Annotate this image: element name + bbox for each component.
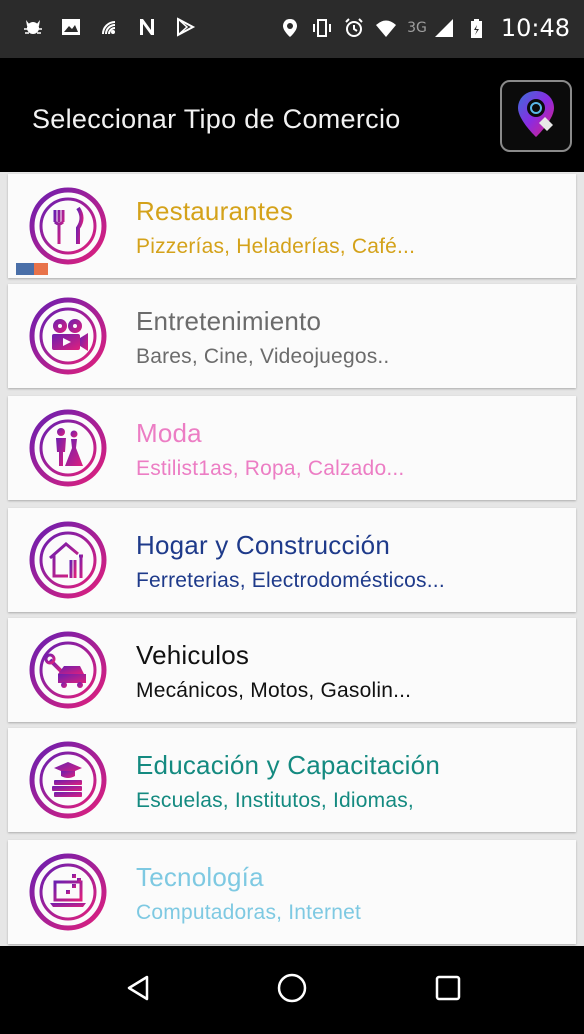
house-tools-icon [28, 520, 108, 600]
notification-icons [22, 16, 196, 38]
back-triangle-icon [123, 973, 153, 1008]
car-wrench-icon [28, 630, 108, 710]
location-icon [279, 17, 301, 39]
network-type: 3G [407, 20, 427, 36]
category-description: Escuelas, Institutos, Idiomas, [136, 789, 414, 812]
category-card-tecnologia[interactable]: Tecnología Computadoras, Internet [8, 840, 576, 944]
category-name: Vehiculos [136, 640, 250, 670]
category-card-moda[interactable]: Moda Estilist1as, Ropa, Calzado... [8, 396, 576, 500]
category-card-restaurantes[interactable]: Restaurantes Pizzerías, Heladerías, Café… [8, 174, 576, 278]
couple-icon [28, 408, 108, 488]
n-icon [136, 16, 158, 38]
category-name: Tecnología [136, 862, 264, 892]
page-title: Seleccionar Tipo de Comercio [32, 104, 401, 134]
status-bar: 3G 10:48 [0, 0, 584, 58]
alarm-icon [343, 17, 365, 39]
category-card-vehiculos[interactable]: Vehiculos Mecánicos, Motos, Gasolin... [8, 618, 576, 722]
app-logo-button[interactable] [500, 80, 572, 152]
app-bar: Seleccionar Tipo de Comercio [0, 58, 584, 172]
category-name: Hogar y Construcción [136, 530, 390, 560]
category-description: Mecánicos, Motos, Gasolin... [136, 679, 412, 702]
clock: 10:48 [500, 14, 570, 42]
back-button[interactable] [120, 972, 156, 1008]
category-name: Entretenimiento [136, 306, 322, 336]
laptop-icon [28, 852, 108, 932]
cutlery-icon [28, 186, 108, 266]
signal-icon [433, 17, 455, 39]
location-pin-logo-icon [509, 87, 563, 146]
category-description: Bares, Cine, Videojuegos.. [136, 345, 390, 368]
graduation-books-icon [28, 740, 108, 820]
cat-icon [22, 16, 44, 38]
image-icon [60, 16, 82, 38]
home-circle-icon [276, 972, 308, 1009]
category-card-hogar[interactable]: Hogar y Construcción Ferreterias, Electr… [8, 508, 576, 612]
category-description: Pizzerías, Heladerías, Café... [136, 235, 416, 258]
category-card-educacion[interactable]: Educación y Capacitación Escuelas, Insti… [8, 728, 576, 832]
nfc-icon [98, 16, 120, 38]
vibrate-icon [311, 17, 333, 39]
system-icons: 3G 10:48 [279, 14, 570, 42]
play-store-icon [174, 16, 196, 38]
category-card-entretenimiento[interactable]: Entretenimiento Bares, Cine, Videojuegos… [8, 284, 576, 388]
category-name: Restaurantes [136, 196, 294, 226]
wifi-icon [375, 17, 397, 39]
battery-icon [465, 17, 487, 39]
category-name: Moda [136, 418, 202, 448]
home-button[interactable] [274, 972, 310, 1008]
navigation-bar [0, 946, 584, 1034]
category-description: Estilist1as, Ropa, Calzado... [136, 457, 405, 480]
category-name: Educación y Capacitación [136, 750, 440, 780]
category-description: Computadoras, Internet [136, 901, 362, 924]
film-camera-icon [28, 296, 108, 376]
recents-button[interactable] [430, 972, 466, 1008]
category-list[interactable]: Restaurantes Pizzerías, Heladerías, Café… [0, 172, 584, 946]
battery-badge-icon [16, 262, 48, 275]
recents-square-icon [434, 974, 462, 1007]
category-description: Ferreterias, Electrodomésticos... [136, 569, 445, 592]
